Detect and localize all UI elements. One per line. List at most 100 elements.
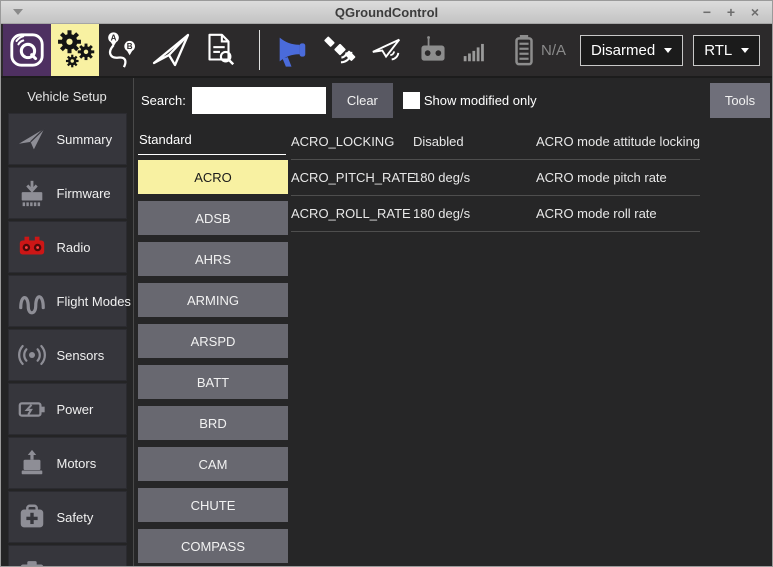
maximize-button[interactable]: + bbox=[722, 3, 740, 21]
group-button-cam[interactable]: CAM bbox=[138, 447, 288, 481]
tools-button[interactable]: Tools bbox=[710, 83, 770, 118]
toolbar-separator bbox=[259, 30, 260, 70]
paper-plane-icon bbox=[151, 30, 191, 70]
camera-icon bbox=[15, 556, 49, 566]
group-button-acro[interactable]: ACRO bbox=[138, 160, 288, 194]
qgc-logo-button[interactable] bbox=[3, 24, 51, 76]
parameter-value: 180 deg/s bbox=[413, 206, 536, 221]
qgroundcontrol-window: QGroundControl − + × bbox=[0, 0, 773, 567]
gps-status-button[interactable] bbox=[323, 33, 357, 67]
rc-controller-icon bbox=[417, 34, 449, 66]
main-toolbar: A B bbox=[1, 24, 772, 78]
sidebar-item-label: Safety bbox=[57, 510, 94, 525]
titlebar: QGroundControl − + × bbox=[1, 1, 772, 24]
sidebar-item-label: Flight Modes bbox=[57, 294, 131, 309]
signal-bars-icon bbox=[462, 37, 488, 63]
battery-bolt-icon bbox=[15, 394, 49, 424]
sidebar-item-flight-modes[interactable]: Flight Modes bbox=[8, 275, 127, 327]
flight-state-dropdown[interactable]: Disarmed bbox=[580, 35, 683, 66]
battery-status-text: N/A bbox=[541, 42, 566, 59]
rc-status-button[interactable] bbox=[417, 34, 449, 66]
sidebar-item-camera[interactable]: Camera bbox=[8, 545, 127, 566]
sidebar-item-radio[interactable]: Radio bbox=[8, 221, 127, 273]
sidebar-item-power[interactable]: Power bbox=[8, 383, 127, 435]
parameter-description: ACRO mode roll rate bbox=[536, 206, 700, 221]
minimize-button[interactable]: − bbox=[698, 3, 716, 21]
parameter-name: ACRO_LOCKING bbox=[291, 134, 413, 149]
plan-view-button[interactable]: A B bbox=[99, 24, 147, 76]
radio-transmitter-icon bbox=[15, 232, 49, 262]
flight-mode-label: RTL bbox=[704, 42, 732, 59]
chevron-down-icon bbox=[664, 48, 672, 53]
sidebar-item-safety[interactable]: Safety bbox=[8, 491, 127, 543]
group-header: Standard bbox=[138, 132, 286, 155]
group-button-compass[interactable]: COMPASS bbox=[138, 529, 288, 563]
battery-status-button[interactable] bbox=[509, 33, 539, 67]
analyze-view-button[interactable] bbox=[195, 24, 243, 76]
group-button-chute[interactable]: CHUTE bbox=[138, 488, 288, 522]
flight-mode-dropdown[interactable]: RTL bbox=[693, 35, 760, 66]
flight-state-label: Disarmed bbox=[591, 42, 655, 59]
parameter-row[interactable]: ACRO_LOCKINGDisabledACRO mode attitude l… bbox=[291, 124, 700, 160]
battery-icon bbox=[509, 33, 539, 67]
first-aid-kit-icon bbox=[15, 502, 49, 532]
sidebar-item-label: Firmware bbox=[57, 186, 111, 201]
audio-status-button[interactable] bbox=[274, 32, 310, 68]
sidebar-item-label: Power bbox=[57, 402, 94, 417]
show-modified-label: Show modified only bbox=[424, 93, 537, 108]
clear-button[interactable]: Clear bbox=[332, 83, 393, 118]
sidebar-item-firmware[interactable]: Firmware bbox=[8, 167, 127, 219]
window-title: QGroundControl bbox=[1, 5, 772, 20]
sidebar-item-label: Sensors bbox=[57, 348, 105, 363]
parameter-value: Disabled bbox=[413, 134, 536, 149]
vehicle-setup-button[interactable] bbox=[51, 24, 99, 76]
telemetry-plane-icon bbox=[370, 33, 404, 67]
parameter-row[interactable]: ACRO_PITCH_RATE180 deg/sACRO mode pitch … bbox=[291, 160, 700, 196]
telemetry-status-button[interactable] bbox=[370, 33, 404, 67]
sidebar-item-label: Motors bbox=[57, 456, 97, 471]
sidebar-item-label: Radio bbox=[57, 240, 91, 255]
group-button-batt[interactable]: BATT bbox=[138, 365, 288, 399]
group-button-ahrs[interactable]: AHRS bbox=[138, 242, 288, 276]
sidebar-item-summary[interactable]: Summary bbox=[8, 113, 127, 165]
fly-view-button[interactable] bbox=[147, 24, 195, 76]
signal-rings-icon bbox=[15, 340, 49, 370]
search-label: Search: bbox=[141, 93, 186, 108]
group-button-arspd[interactable]: ARSPD bbox=[138, 324, 288, 358]
firmware-chip-icon bbox=[15, 178, 49, 208]
parameter-name: ACRO_PITCH_RATE bbox=[291, 170, 413, 185]
motor-icon bbox=[15, 448, 49, 478]
show-modified-checkbox[interactable] bbox=[403, 92, 420, 109]
group-list: ACRO ADSB AHRS ARMING ARSPD BATT BRD CAM CHUTE CO… bbox=[138, 160, 291, 563]
paper-plane-icon bbox=[15, 124, 49, 154]
svg-text:B: B bbox=[127, 42, 133, 51]
route-ab-icon: A B bbox=[104, 31, 142, 69]
satellite-icon bbox=[323, 33, 357, 67]
parameter-description: ACRO mode pitch rate bbox=[536, 170, 700, 185]
sidebar-items: Summary Firmware Radio Flight Modes Sensors P… bbox=[1, 113, 133, 566]
svg-text:A: A bbox=[111, 34, 117, 43]
sidebar-item-motors[interactable]: Motors bbox=[8, 437, 127, 489]
sidebar-item-label: Camera bbox=[57, 564, 103, 567]
parameter-description: ACRO mode attitude locking bbox=[536, 134, 700, 149]
waveform-icon bbox=[15, 286, 49, 316]
rssi-status-button[interactable] bbox=[462, 37, 488, 63]
gears-icon bbox=[53, 28, 97, 72]
parameter-value: 180 deg/s bbox=[413, 170, 536, 185]
close-button[interactable]: × bbox=[746, 3, 764, 21]
chevron-down-icon bbox=[741, 48, 749, 53]
parameter-groups: Standard ACRO ADSB AHRS ARMING ARSPD BATT BRD C… bbox=[134, 122, 291, 566]
sidebar-item-label: Summary bbox=[57, 132, 113, 147]
vehicle-setup-sidebar: Vehicle Setup Summary Firmware Radio Flight… bbox=[1, 78, 134, 566]
group-button-arming[interactable]: ARMING bbox=[138, 283, 288, 317]
parameter-search-bar: Search: Clear Show modified only Tools bbox=[134, 78, 772, 122]
parameter-name: ACRO_ROLL_RATE bbox=[291, 206, 413, 221]
group-button-adsb[interactable]: ADSB bbox=[138, 201, 288, 235]
parameter-row[interactable]: ACRO_ROLL_RATE180 deg/sACRO mode roll ra… bbox=[291, 196, 700, 232]
window-menu-icon[interactable] bbox=[1, 9, 35, 15]
search-input[interactable] bbox=[192, 87, 326, 114]
qgc-logo-icon bbox=[8, 31, 46, 69]
sidebar-item-sensors[interactable]: Sensors bbox=[8, 329, 127, 381]
group-button-brd[interactable]: BRD bbox=[138, 406, 288, 440]
sidebar-title: Vehicle Setup bbox=[1, 78, 133, 113]
